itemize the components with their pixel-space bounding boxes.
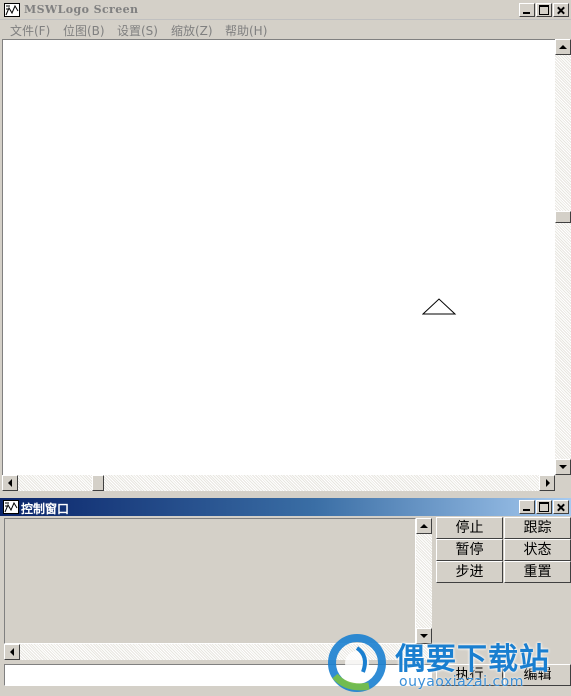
close-icon[interactable]	[553, 3, 569, 17]
trace-button[interactable]: 跟踪	[504, 517, 571, 539]
main-window-title: MSWLogo Screen	[24, 3, 139, 16]
control-window-title: 控制窗口	[21, 502, 70, 516]
menu-bar: 文件(F) 位图(B) 设置(S) 缩放(Z) 帮助(H)	[0, 20, 571, 39]
watermark-url: ouyaoxiazai.com	[399, 674, 524, 690]
arrow-right-icon	[546, 479, 550, 487]
status-button[interactable]: 状态	[504, 539, 571, 561]
reset-button[interactable]: 重置	[504, 561, 571, 583]
logo-app-icon[interactable]	[4, 3, 20, 17]
arrow-left-icon	[8, 479, 12, 487]
main-window-controls	[518, 3, 569, 17]
menu-file[interactable]: 文件(F)	[10, 22, 50, 39]
scroll-up-button[interactable]	[555, 39, 571, 55]
step-button[interactable]: 步进	[436, 561, 503, 583]
watermark-brand: 偶要下载站	[395, 642, 550, 677]
minimize-icon[interactable]	[519, 3, 535, 17]
scrollbar-corner	[555, 475, 571, 491]
halt-button[interactable]: 停止	[436, 517, 503, 539]
menu-zoom[interactable]: 缩放(Z)	[171, 22, 213, 39]
canvas-horizontal-scrollbar[interactable]	[2, 475, 555, 491]
arrow-up-icon	[420, 524, 428, 528]
menu-settings[interactable]: 设置(S)	[117, 22, 158, 39]
canvas-vertical-scrollbar[interactable]	[555, 39, 571, 475]
arrow-left-icon	[10, 648, 14, 656]
vertical-scroll-thumb[interactable]	[555, 211, 571, 223]
command-history-list[interactable]	[4, 518, 416, 644]
site-logo-icon	[328, 634, 386, 692]
maximize-icon[interactable]	[536, 500, 552, 514]
turtle-icon	[422, 298, 457, 315]
history-scroll-left-button[interactable]	[4, 644, 20, 660]
close-icon[interactable]	[553, 500, 569, 514]
site-watermark: 偶要下载站 ouyaoxiazai.com	[325, 630, 571, 696]
main-title-bar[interactable]: MSWLogo Screen	[0, 0, 571, 20]
arrow-up-icon	[559, 45, 567, 49]
menu-bitmap[interactable]: 位图(B)	[63, 22, 105, 39]
history-scroll-up-button[interactable]	[416, 518, 432, 534]
menu-help[interactable]: 帮助(H)	[225, 22, 267, 39]
control-window-controls	[518, 500, 569, 514]
minimize-icon[interactable]	[519, 500, 535, 514]
scroll-right-button[interactable]	[539, 475, 555, 491]
horizontal-scroll-thumb[interactable]	[92, 475, 104, 491]
scroll-down-button[interactable]	[555, 459, 571, 475]
pause-button[interactable]: 暂停	[436, 539, 503, 561]
scroll-left-button[interactable]	[2, 475, 18, 491]
drawing-canvas[interactable]	[2, 39, 555, 475]
control-app-icon[interactable]	[3, 500, 19, 514]
history-vertical-scrollbar[interactable]	[416, 518, 432, 644]
arrow-down-icon	[559, 465, 567, 469]
mswlogo-screen-window: MSWLogo Screen 文件(F) 位图(B) 设置(S) 缩放(Z) 帮…	[0, 0, 571, 498]
control-title-bar[interactable]: 控制窗口	[0, 498, 571, 516]
maximize-icon[interactable]	[536, 3, 552, 17]
